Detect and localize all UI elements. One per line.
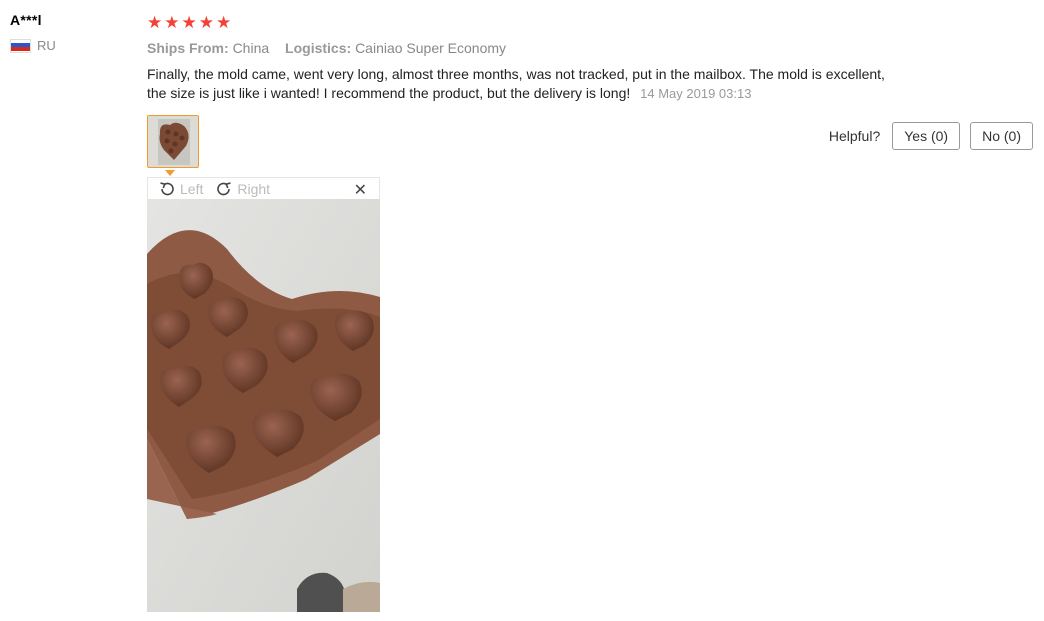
ships-from-value: China bbox=[232, 40, 270, 56]
review-date: 14 May 2019 03:13 bbox=[640, 86, 752, 101]
star-icon: ★ bbox=[147, 12, 163, 32]
review-text: Finally, the mold came, went very long, … bbox=[147, 65, 887, 103]
review-photo-thumbnail[interactable] bbox=[147, 115, 199, 168]
star-icon: ★ bbox=[198, 12, 214, 32]
helpful-no-button[interactable]: No (0) bbox=[970, 122, 1033, 150]
russia-flag-icon bbox=[10, 38, 31, 53]
rotate-right-button[interactable]: Right bbox=[215, 180, 270, 198]
country-code: RU bbox=[37, 38, 56, 53]
helpful-label: Helpful? bbox=[828, 128, 881, 144]
review-photo-large bbox=[147, 199, 380, 612]
thumbnail-image bbox=[148, 116, 198, 167]
reviewer-name: A***l bbox=[10, 12, 42, 28]
helpful-yes-button[interactable]: Yes (0) bbox=[892, 122, 961, 150]
rotate-left-label: Left bbox=[180, 180, 204, 197]
rotate-left-button[interactable]: Left bbox=[158, 180, 203, 198]
close-icon[interactable]: ✕ bbox=[354, 180, 367, 200]
review-body: ★ ★ ★ ★ ★ Ships From: China Logistics: C… bbox=[147, 12, 1037, 612]
logistics-label: Logistics: bbox=[285, 40, 352, 56]
rotate-left-icon bbox=[160, 181, 174, 195]
shipping-meta: Ships From: China Logistics: Cainiao Sup… bbox=[147, 40, 1037, 56]
thumbnail-selected-indicator bbox=[165, 170, 175, 176]
star-rating: ★ ★ ★ ★ ★ bbox=[147, 12, 1037, 32]
photo-viewer: Left Right ✕ bbox=[147, 177, 380, 612]
reviewer-country: RU bbox=[10, 38, 130, 53]
reviewer-info: A***l RU bbox=[10, 12, 130, 53]
star-icon: ★ bbox=[216, 12, 232, 32]
ships-from-label: Ships From: bbox=[147, 40, 229, 56]
helpful-controls: Helpful? Yes (0) No (0) bbox=[829, 122, 1033, 150]
rotate-right-label: Right bbox=[237, 180, 271, 197]
star-icon: ★ bbox=[181, 12, 197, 32]
review-content: Finally, the mold came, went very long, … bbox=[147, 66, 885, 101]
star-icon: ★ bbox=[164, 12, 180, 32]
rotate-right-icon bbox=[217, 181, 232, 195]
photo-viewer-toolbar: Left Right ✕ bbox=[147, 177, 380, 199]
logistics-value: Cainiao Super Economy bbox=[355, 40, 507, 56]
